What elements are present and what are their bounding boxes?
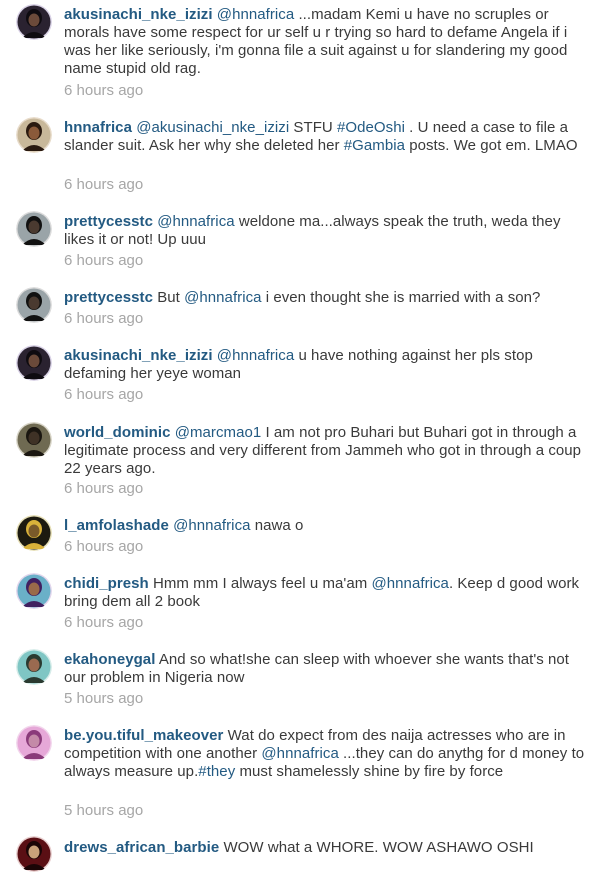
avatar-man-portrait-icon[interactable] [16,422,52,458]
comment-body-text: nawa o [250,517,304,534]
comment-username[interactable]: prettycesstc [64,213,153,230]
comment-body-text: But [157,289,185,306]
avatar-magazine-cover-icon[interactable] [16,836,52,872]
comment-body-text: STFU [289,119,338,136]
mention-link[interactable]: @hnnafrica [157,213,234,230]
comment-timestamp: 6 hours ago [64,386,144,403]
comment-timestamp: 6 hours ago [64,176,144,193]
comment-body-text: WOW what a WHORE. WOW ASHAWO OSHI [223,839,534,856]
comment-text: akusinachi_nke_izizi @hnnafrica u have n… [64,347,588,383]
avatar-colorful-portrait-icon[interactable] [16,573,52,609]
comment-body-text: must shamelessly shine by fire by force [235,763,504,780]
comment-timestamp: 6 hours ago [64,538,144,555]
comment-timestamp: 6 hours ago [64,310,144,327]
comment-username[interactable]: akusinachi_nke_izizi [64,6,213,23]
comment-body-text: posts. We got em. LMAO [404,137,578,154]
comment-text: be.you.tiful_makeover Wat do expect from… [64,727,588,781]
avatar-yellow-portrait-icon[interactable] [16,515,52,551]
comment-username[interactable]: akusinachi_nke_izizi [64,347,213,364]
mention-link[interactable]: @hnnafrica [184,289,261,306]
comment-text: chidi_presh Hmm mm I always feel u ma'am… [64,575,588,611]
avatar-dark-portrait-icon[interactable] [16,4,52,40]
avatar-dark-portrait-icon[interactable] [16,345,52,381]
mention-link[interactable]: @hnnafrica [217,347,294,364]
comment-timestamp: 5 hours ago [64,690,144,707]
comment-timestamp: 6 hours ago [64,614,144,631]
mention-link[interactable]: @hnnafrica [261,745,338,762]
avatar-teal-portrait-icon[interactable] [16,649,52,685]
comment-timestamp: 5 hours ago [64,802,144,819]
mention-link[interactable]: @hnnafrica [217,6,294,23]
comment-username[interactable]: world_dominic [64,424,171,441]
comment-text: world_dominic @marcmao1 I am not pro Buh… [64,424,588,478]
hashtag-link[interactable]: #they [198,763,235,780]
mention-link[interactable]: @hnnafrica [372,575,449,592]
comment-username[interactable]: ekahoneygal [64,651,155,668]
avatar-person-outdoor-icon[interactable] [16,287,52,323]
comment-text: ekahoneygal And so what!she can sleep wi… [64,651,588,687]
comment-timestamp: 6 hours ago [64,480,144,497]
comment-text: drews_african_barbie WOW what a WHORE. W… [64,839,588,857]
comment-timestamp: 6 hours ago [64,82,144,99]
comment-text: hnnafrica @akusinachi_nke_izizi STFU #Od… [64,119,588,155]
comment-text: l_amfolashade @hnnafrica nawa o [64,517,588,535]
comment-timestamp: 6 hours ago [64,252,144,269]
mention-link[interactable]: @marcmao1 [175,424,262,441]
hashtag-link[interactable]: #Gambia [344,137,405,154]
comment-text: prettycesstc But @hnnafrica i even thoug… [64,289,588,307]
avatar-person-outdoor-icon[interactable] [16,211,52,247]
comment-text: prettycesstc @hnnafrica weldone ma...alw… [64,213,588,249]
comment-text: akusinachi_nke_izizi @hnnafrica ...madam… [64,6,588,78]
mention-link[interactable]: @akusinachi_nke_izizi [136,119,289,136]
avatar-woman-portrait-icon[interactable] [16,117,52,153]
comment-username[interactable]: be.you.tiful_makeover [64,727,223,744]
comments-screen: { "colors": { "link": "#235a82", "text":… [0,0,600,872]
comment-username[interactable]: prettycesstc [64,289,153,306]
hashtag-link[interactable]: #OdeOshi [337,119,405,136]
comment-username[interactable]: drews_african_barbie [64,839,219,856]
comment-body-text: i even thought she is married with a son… [261,289,541,306]
comment-username[interactable]: l_amfolashade [64,517,169,534]
comment-body-text: Hmm mm I always feel u ma'am [152,575,372,592]
mention-link[interactable]: @hnnafrica [173,517,250,534]
avatar-pink-portrait-icon[interactable] [16,725,52,761]
comment-username[interactable]: hnnafrica [64,119,132,136]
comment-username[interactable]: chidi_presh [64,575,149,592]
